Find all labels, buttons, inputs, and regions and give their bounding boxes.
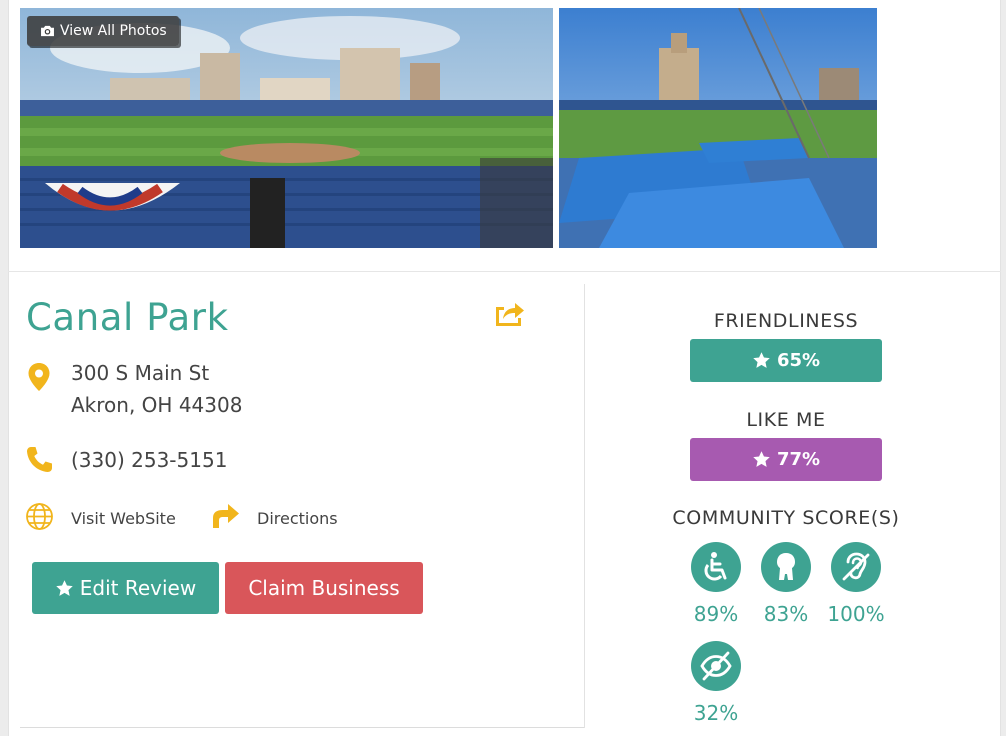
camera-icon	[41, 25, 54, 37]
vision-impaired-score: 32%	[693, 701, 739, 725]
globe-icon	[26, 503, 53, 530]
community-scores-label: COMMUNITY SCORE(S)	[672, 507, 900, 529]
friendliness-value: 65%	[776, 350, 821, 371]
child-icon	[761, 542, 811, 592]
hearing-impaired-icon	[831, 542, 881, 592]
wheelchair-score: 89%	[693, 602, 739, 626]
view-all-photos-button[interactable]: View All Photos	[27, 16, 179, 46]
venue-photo-2[interactable]	[559, 8, 877, 248]
edit-review-button[interactable]: Edit Review	[32, 562, 219, 614]
visit-website-link[interactable]: Visit WebSite	[71, 509, 176, 528]
bottom-divider	[20, 727, 584, 728]
star-icon	[56, 579, 73, 596]
wheelchair-icon	[691, 542, 741, 592]
directions-link[interactable]: Directions	[257, 509, 338, 528]
vision-impaired-icon	[691, 641, 741, 691]
address-line-2: Akron, OH 44308	[71, 393, 243, 417]
phone-icon	[27, 447, 52, 472]
column-divider	[584, 284, 585, 728]
hearing-impaired-score: 100%	[827, 602, 885, 626]
like-me-label: LIKE ME	[746, 409, 826, 431]
venue-title: Canal Park	[26, 296, 229, 339]
star-icon	[753, 352, 770, 368]
claim-business-label: Claim Business	[248, 576, 400, 600]
child-score: 83%	[763, 602, 809, 626]
friendliness-score: 65%	[690, 339, 882, 382]
section-divider	[8, 271, 1001, 272]
claim-business-button[interactable]: Claim Business	[225, 562, 423, 614]
phone-number[interactable]: (330) 253-5151	[71, 448, 227, 472]
friendliness-label: FRIENDLINESS	[713, 310, 859, 332]
location-pin-icon	[28, 363, 50, 391]
like-me-value: 77%	[776, 449, 821, 470]
address-line-1: 300 S Main St	[71, 361, 210, 385]
picnic-area-photo-image	[559, 8, 877, 248]
share-icon[interactable]	[493, 298, 525, 328]
edit-review-label: Edit Review	[79, 576, 197, 600]
directions-arrow-icon	[213, 504, 239, 528]
like-me-score: 77%	[690, 438, 882, 481]
star-icon	[753, 451, 770, 467]
view-all-photos-label: View All Photos	[60, 23, 167, 39]
